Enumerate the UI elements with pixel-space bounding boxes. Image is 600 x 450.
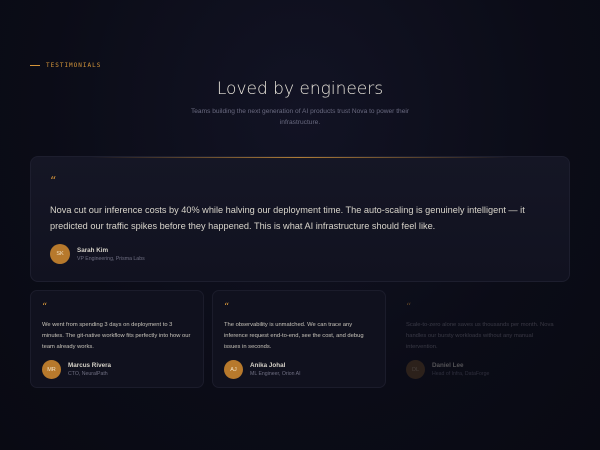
testimonial-card-faded: “ Scale-to-zero alone saves us thousands…	[394, 290, 568, 388]
testimonial-author: MR Marcus Rivera CTO, NeuralPath	[42, 360, 111, 379]
testimonial-quote: Scale-to-zero alone saves us thousands p…	[406, 322, 554, 351]
section-eyebrow: TESTIMONIALS	[30, 62, 101, 69]
quote-icon: “	[42, 302, 48, 313]
avatar: SK	[50, 244, 70, 264]
avatar: MR	[42, 360, 61, 379]
testimonial-quote: The observability is unmatched. We can t…	[224, 322, 364, 351]
testimonial-quote: We went from spending 3 days on deployme…	[42, 322, 191, 351]
quote-icon: “	[224, 302, 230, 313]
testimonial-card: “ The observability is unmatched. We can…	[212, 290, 386, 388]
author-info: Sarah Kim VP Engineering, Prisma Labs	[77, 246, 145, 263]
avatar: AJ	[224, 360, 243, 379]
eyebrow-line	[30, 65, 40, 66]
author-name: Daniel Lee	[432, 362, 464, 369]
section-title: Loved by engineers	[216, 79, 384, 99]
author-role: CTO, NeuralPath	[68, 371, 108, 377]
testimonial-author: AJ Anika Johal ML Engineer, Orion AI	[224, 360, 301, 379]
eyebrow-label: TESTIMONIALS	[46, 62, 102, 69]
author-role: ML Engineer, Orion AI	[250, 371, 301, 377]
quote-icon: “	[406, 302, 412, 313]
author-name: Sarah Kim	[77, 246, 109, 254]
featured-quote: Nova cut our inference costs by 40% whil…	[50, 205, 525, 231]
avatar: DL	[406, 360, 425, 379]
section-subtitle: Teams building the next generation of AI…	[190, 108, 410, 126]
testimonial-card: “ We went from spending 3 days on deploy…	[30, 290, 204, 388]
quote-icon: “	[50, 174, 57, 188]
author-info: Daniel Lee Head of Infra, DataForge	[432, 361, 489, 378]
author-info: Anika Johal ML Engineer, Orion AI	[250, 361, 301, 378]
author-name: Marcus Rivera	[68, 362, 112, 369]
featured-testimonial-card: “ Nova cut our inference costs by 40% wh…	[30, 156, 570, 282]
featured-author: SK Sarah Kim VP Engineering, Prisma Labs	[50, 244, 145, 264]
author-role: Head of Infra, DataForge	[432, 371, 490, 377]
author-info: Marcus Rivera CTO, NeuralPath	[68, 361, 111, 378]
author-role: VP Engineering, Prisma Labs	[77, 255, 145, 262]
testimonial-author: DL Daniel Lee Head of Infra, DataForge	[406, 360, 489, 379]
author-name: Anika Johal	[250, 362, 286, 369]
